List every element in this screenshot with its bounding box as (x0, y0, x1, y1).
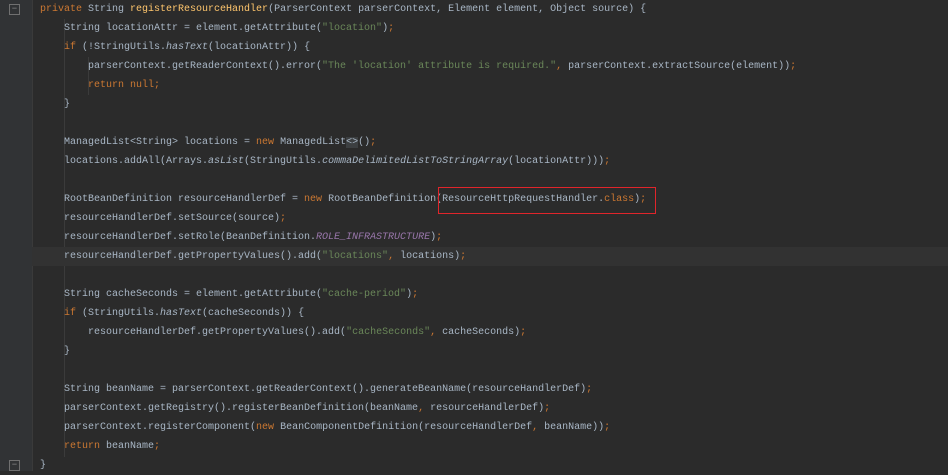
code-token: RootBeanDefinition resourceHandlerDef = (40, 194, 305, 205)
code-token: ; (280, 213, 287, 224)
code-line[interactable]: ManagedList<String> locations = new Mana… (40, 133, 948, 152)
code-line[interactable]: private String registerResourceHandler(P… (40, 0, 948, 19)
code-token: (locationAttr))) (508, 156, 605, 167)
code-token: String cacheSeconds = element.getAttribu… (40, 289, 323, 300)
code-token: "The 'location' attribute is required." (322, 61, 557, 72)
code-line[interactable]: String beanName = parserContext.getReade… (40, 380, 948, 399)
code-token: (ParserContext parserContext, Element el… (268, 4, 647, 15)
code-token: if (40, 308, 83, 319)
code-token: parserContext.getReaderContext().error( (40, 61, 323, 72)
code-token: new (256, 137, 281, 148)
code-token: commaDelimitedListToStringArray (322, 156, 509, 167)
code-token: (locationAttr)) { (208, 42, 311, 53)
code-token: asList (208, 156, 245, 167)
code-token: new (256, 422, 281, 433)
code-token: ; (436, 232, 443, 243)
code-token: , (418, 403, 431, 414)
code-token: resourceHandlerDef.setRole(BeanDefinitio… (40, 232, 317, 243)
code-line[interactable]: } (40, 456, 948, 475)
code-token: ; (154, 441, 161, 452)
code-line[interactable]: String locationAttr = element.getAttribu… (40, 19, 948, 38)
code-token: String (88, 4, 131, 15)
code-token: resourceHandlerDef.getPropertyValues().a… (40, 251, 323, 262)
code-token: String beanName = parserContext.getReade… (40, 384, 587, 395)
code-token: parserContext.getRegistry().registerBean… (40, 403, 419, 414)
code-token: , (430, 327, 443, 338)
code-line[interactable] (40, 361, 948, 380)
code-token: "location" (322, 23, 383, 34)
code-token: hasText (160, 308, 203, 319)
code-token: cacheSeconds) (442, 327, 521, 338)
highlight-box (438, 187, 656, 214)
code-token: locations.addAll(Arrays. (40, 156, 209, 167)
code-token: parserContext.registerComponent( (40, 422, 257, 433)
code-line[interactable]: return beanName; (40, 437, 948, 456)
code-token: } (40, 460, 47, 471)
code-token: ManagedList (280, 137, 347, 148)
code-token: "cache-period" (322, 289, 407, 300)
code-token: ; (460, 251, 467, 262)
code-line[interactable]: resourceHandlerDef.getPropertyValues().a… (32, 247, 948, 266)
code-token: (!StringUtils. (82, 42, 167, 53)
code-token: parserContext.extractSource(element)) (568, 61, 791, 72)
code-line[interactable]: return null; (40, 76, 948, 95)
code-token: ; (544, 403, 551, 414)
code-token: locations) (400, 251, 461, 262)
code-token: ; (604, 156, 611, 167)
code-line[interactable]: resourceHandlerDef.setRole(BeanDefinitio… (40, 228, 948, 247)
code-editor[interactable]: private String registerResourceHandler(P… (32, 0, 948, 475)
code-token: ManagedList<String> locations = (40, 137, 257, 148)
code-line[interactable]: parserContext.getRegistry().registerBean… (40, 399, 948, 418)
code-line[interactable]: parserContext.registerComponent(new Bean… (40, 418, 948, 437)
code-token: , (556, 61, 569, 72)
code-token: beanName (106, 441, 155, 452)
code-token: beanName)) (544, 422, 605, 433)
code-line[interactable] (40, 114, 948, 133)
code-token: "cacheSeconds" (346, 327, 431, 338)
code-token: ; (370, 137, 377, 148)
code-token: ; (586, 384, 593, 395)
code-line[interactable]: String cacheSeconds = element.getAttribu… (40, 285, 948, 304)
code-line[interactable]: if (StringUtils.hasText(cacheSeconds)) { (40, 304, 948, 323)
code-token: } (40, 346, 71, 357)
code-token: ; (412, 289, 419, 300)
code-line[interactable]: locations.addAll(Arrays.asList(StringUti… (40, 152, 948, 171)
code-token: new (304, 194, 329, 205)
code-token: ; (790, 61, 797, 72)
code-token: (StringUtils. (82, 308, 161, 319)
fold-end-icon[interactable]: − (9, 460, 20, 471)
code-token: resourceHandlerDef) (430, 403, 545, 414)
code-token: (StringUtils. (244, 156, 323, 167)
code-token: private (40, 4, 89, 15)
editor-gutter: − − (0, 0, 33, 471)
code-token: ; (604, 422, 611, 433)
code-token: return null; (40, 80, 161, 91)
code-line[interactable]: resourceHandlerDef.getPropertyValues().a… (40, 323, 948, 342)
fold-collapse-icon[interactable]: − (9, 4, 20, 15)
code-token: if (40, 42, 83, 53)
code-line[interactable] (40, 266, 948, 285)
code-line[interactable]: } (40, 342, 948, 361)
code-token: , (532, 422, 545, 433)
code-token: () (358, 137, 371, 148)
code-token: resourceHandlerDef.setSource(source) (40, 213, 281, 224)
code-token: return (40, 441, 107, 452)
code-token: } (40, 99, 71, 110)
code-token: BeanComponentDefinition(resourceHandlerD… (280, 422, 533, 433)
code-token: ; (520, 327, 527, 338)
code-token: "locations" (322, 251, 389, 262)
code-token: resourceHandlerDef.getPropertyValues().a… (40, 327, 347, 338)
code-line[interactable]: } (40, 95, 948, 114)
code-token: <> (346, 137, 359, 148)
code-token: (cacheSeconds)) { (202, 308, 305, 319)
code-line[interactable]: if (!StringUtils.hasText(locationAttr)) … (40, 38, 948, 57)
code-token: hasText (166, 42, 209, 53)
code-line[interactable]: parserContext.getReaderContext().error("… (40, 57, 948, 76)
code-token: String locationAttr = element.getAttribu… (40, 23, 323, 34)
code-token: ; (388, 23, 395, 34)
code-token: registerResourceHandler (130, 4, 269, 15)
code-token: ROLE_INFRASTRUCTURE (316, 232, 431, 243)
code-token: , (388, 251, 401, 262)
